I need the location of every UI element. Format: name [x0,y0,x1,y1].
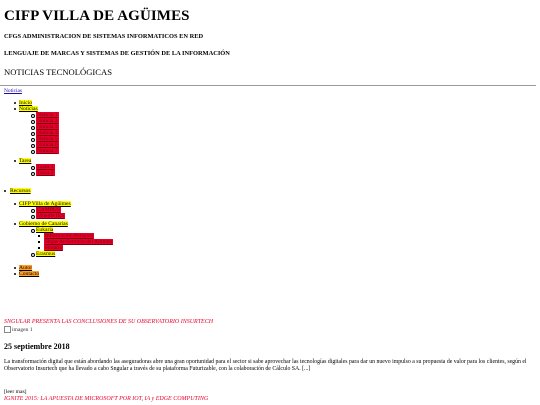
article-image: imagen 1 [4,326,33,333]
nav-link-recursos[interactable]: Recursos [10,188,31,194]
nav-item-erasmus: Erasmus [4,251,113,257]
cfgs-heading: CFGS ADMINISTRACION DE SISTEMAS INFORMAT… [4,33,204,40]
breadcrumb-noticias[interactable]: Noticias [4,88,22,94]
nav-link-contacto[interactable]: Contacto [19,271,40,277]
divider [0,85,536,86]
nav-link-moodle[interactable]: Moodle IES [36,213,66,219]
page: CIFP VILLA DE AGÜIMES CFGS ADMINISTRACIO… [0,0,540,405]
next-article-title-link[interactable]: IGNITE 2015: LA APUESTA DE MICROSOFT POR… [4,396,208,402]
nav-link-noticia-7[interactable]: Noticia 7 [36,148,59,154]
nav-subitem: Moodle IES [4,213,113,219]
article-title-link[interactable]: SNGULAR PRESENTA LAS CONCLUSIONES DE SU … [4,319,213,325]
nav-subitem: Tarea 2 [4,170,113,176]
nav-link-erasmus[interactable]: Erasmus [36,251,56,257]
nav-item-contacto: Contacto [4,271,113,277]
subject-heading: LENGUAJE DE MARCAS Y SISTEMAS DE GESTIÓN… [4,50,230,57]
broken-image-icon [4,326,11,333]
main-nav: Inicio Noticias Noticia 1 Noticia 2 Noti… [4,100,114,277]
article-date: 25 septiembre 2018 [4,342,70,351]
nav-subitem: Noticia 7 [4,148,113,154]
read-more-link[interactable]: [leer mas] [4,389,27,395]
section-heading: NOTICIAS TECNOLÓGICAS [4,67,112,77]
nav-item-recursos: Recursos [4,188,113,194]
article-body: La transformación digital que están abor… [4,359,527,373]
nav-link-tarea-2[interactable]: Tarea 2 [36,170,55,176]
site-title: CIFP VILLA DE AGÜIMES [4,8,190,24]
image-alt-text: imagen 1 [12,326,33,333]
